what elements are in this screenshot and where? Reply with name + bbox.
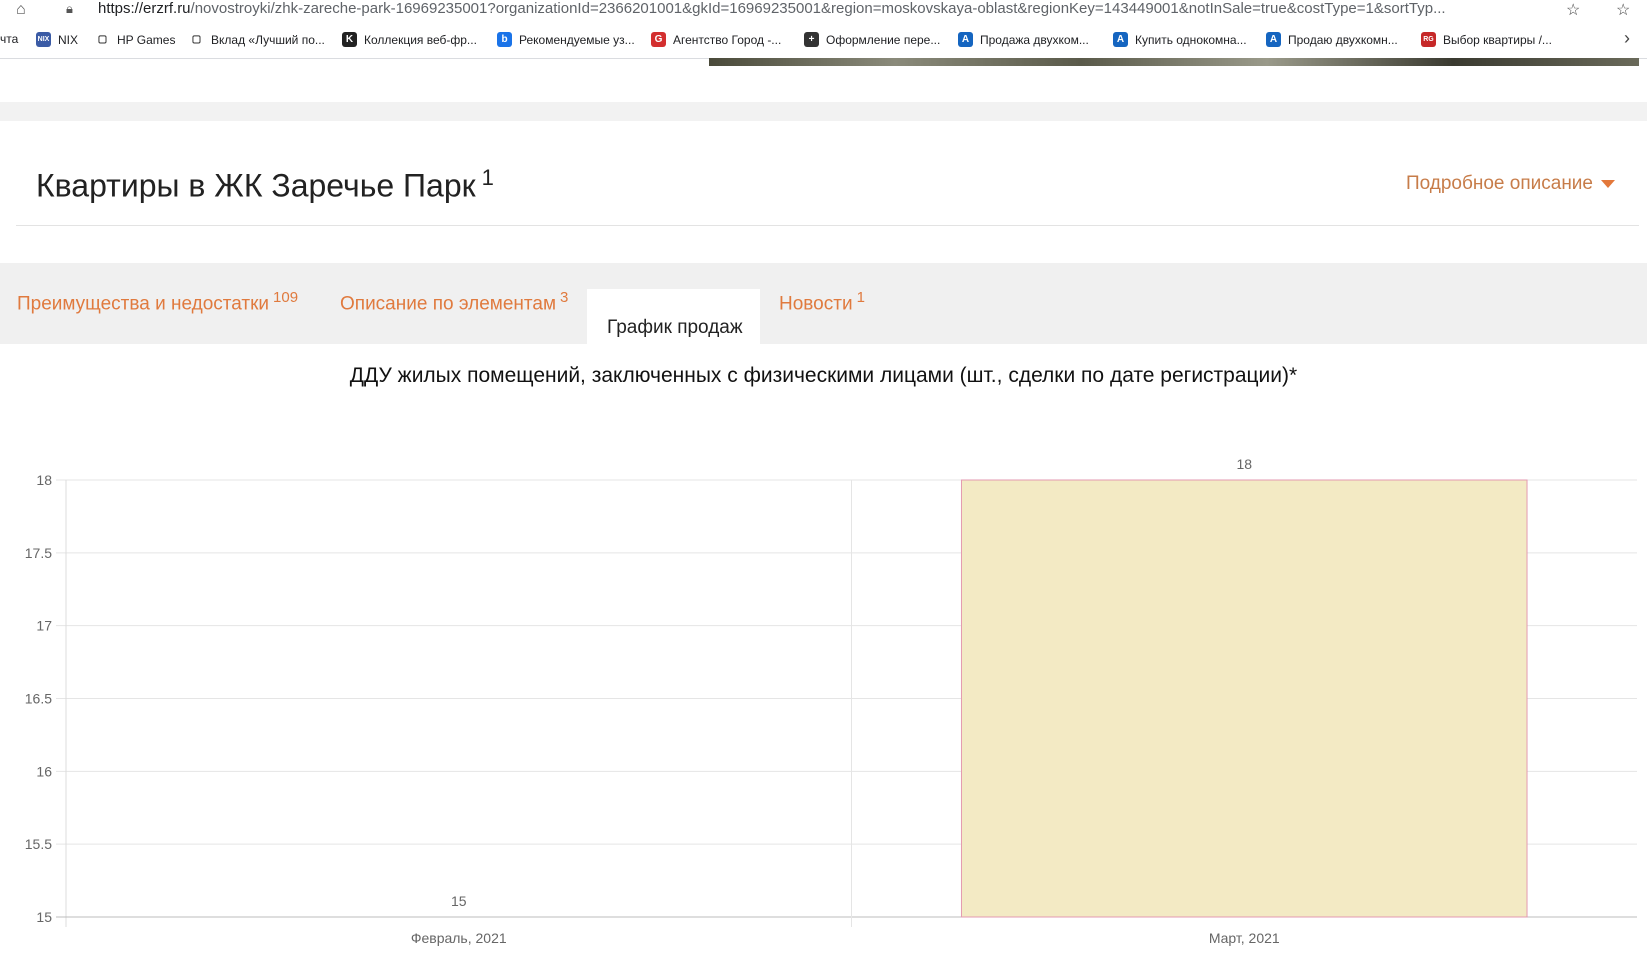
y-tick-label: 16	[36, 763, 52, 779]
bookmark-item[interactable]: чта	[0, 32, 18, 46]
add-favorite-icon[interactable]: ☆	[1566, 0, 1580, 20]
page-title: Квартиры в ЖК Заречье Парк 1	[36, 165, 494, 205]
tab-label: Новости	[779, 293, 853, 315]
data-label: 15	[451, 893, 467, 909]
bookmark-item[interactable]: A Продаю двухкомн...	[1266, 32, 1398, 47]
y-tick-label: 16.5	[25, 691, 52, 707]
tab-label: Описание по элементам	[340, 293, 557, 315]
bookmark-favicon-icon: RG	[1421, 32, 1436, 47]
chevron-right-icon[interactable]: ›	[1624, 28, 1630, 49]
bookmark-item[interactable]: ▢ HP Games	[95, 32, 176, 47]
bookmark-label: Агентство Город -...	[673, 32, 782, 47]
y-tick-label: 18	[36, 472, 52, 488]
y-tick-label: 17.5	[25, 545, 52, 561]
bookmark-item[interactable]: K Коллекция веб-фр...	[342, 32, 477, 47]
bookmark-label: NIX	[58, 32, 79, 47]
tab-count: 109	[273, 289, 299, 306]
y-tick-label: 15	[36, 909, 52, 925]
address-bar[interactable]: ⌂ 🔒︎ https://erzrf.ru/novostroyki/zhk-za…	[0, 0, 1647, 20]
bookmark-label: чта	[0, 32, 19, 46]
bookmark-label: Продажа двухком...	[980, 32, 1089, 47]
bookmark-label: Продаю двухкомн...	[1288, 32, 1398, 47]
page-title-count: 1	[481, 165, 494, 190]
url-path: /novostroyki/zhk-zareche-park-1696923500…	[190, 0, 1446, 17]
home-icon[interactable]: ⌂	[16, 1, 26, 19]
hero-image-edge	[709, 58, 1639, 66]
bookmark-favicon-icon: ▢	[191, 34, 202, 45]
bar	[960, 479, 1528, 918]
bookmark-item[interactable]: A Продажа двухком...	[958, 32, 1089, 47]
bookmark-item[interactable]: G Агентство Город -...	[651, 32, 781, 47]
bookmark-favicon-icon: A	[1266, 32, 1281, 47]
bookmark-favicon-icon: +	[804, 32, 819, 47]
title-section: Квартиры в ЖК Заречье Парк 1 Подробное оп…	[0, 121, 1647, 231]
details-link-label: Подробное описание	[1405, 173, 1593, 194]
tab-count: 1	[856, 289, 865, 306]
bookmark-label: Вклад «Лучший по...	[211, 32, 325, 47]
bookmark-favicon-icon: K	[342, 32, 357, 47]
bookmark-label: Оформление пере...	[826, 32, 941, 47]
bookmark-item[interactable]: ▢ Вклад «Лучший по...	[189, 32, 325, 47]
favorites-icon[interactable]: ☆	[1616, 0, 1630, 20]
tab-news[interactable]: Новости 1	[779, 289, 865, 315]
bookmark-item[interactable]: b Рекомендуемые уз...	[497, 32, 635, 47]
bookmark-item[interactable]: NIX NIX	[36, 32, 78, 47]
tab-count: 3	[560, 289, 569, 306]
tabs-bar: Преимущества и недостатки 109 Описание по…	[0, 263, 1647, 344]
bookmark-label: HP Games	[117, 32, 176, 47]
y-tick-label: 15.5	[25, 836, 52, 852]
bookmark-label: Выбор квартиры /...	[1443, 32, 1552, 47]
bookmark-favicon-icon: b	[497, 32, 512, 47]
tab-label: Преимущества и недостатки	[17, 293, 270, 315]
lock-icon[interactable]: 🔒︎	[66, 1, 73, 17]
bookmark-item[interactable]: RG Выбор квартиры /...	[1421, 32, 1552, 47]
caret-down-icon	[1601, 179, 1615, 188]
bookmark-item[interactable]: A Купить однокомна...	[1113, 32, 1247, 47]
url-field[interactable]: https://erzrf.ru/novostroyki/zhk-zareche…	[98, 0, 1558, 17]
tab-label: График продаж	[607, 317, 743, 338]
y-tick-label: 17	[36, 618, 52, 634]
data-label: 18	[1236, 456, 1252, 472]
bookmark-favicon-icon: A	[1113, 32, 1128, 47]
bookmark-item[interactable]: + Оформление пере...	[804, 32, 940, 47]
bookmarks-bar: чта NIX NIX ▢ HP Games ▢ Вклад «Лучший по... K К…	[0, 24, 1647, 59]
bookmark-favicon-icon: ▢	[97, 34, 108, 45]
tab-sales-chart[interactable]: График продаж	[587, 289, 760, 344]
tab-elements[interactable]: Описание по элементам 3	[340, 289, 568, 315]
chart-title: ДДУ жилых помещений, заключенных с физич…	[349, 364, 1298, 387]
section-separator	[0, 102, 1647, 121]
bookmark-label: Коллекция веб-фр...	[364, 32, 477, 47]
bookmark-favicon-icon: G	[651, 32, 666, 47]
bookmark-favicon-icon: NIX	[36, 32, 51, 47]
x-tick-label: Февраль, 2021	[411, 930, 507, 946]
bookmark-label: Рекомендуемые уз...	[519, 32, 635, 47]
bookmark-favicon-icon: A	[958, 32, 973, 47]
bookmark-label: Купить однокомна...	[1135, 32, 1247, 47]
tab-advantages[interactable]: Преимущества и недостатки 109	[17, 289, 298, 315]
details-dropdown-link[interactable]: Подробное описание	[1406, 173, 1615, 195]
sales-chart: 15 15.5 16 16.5 17 17.5 18 15 Февраль, 2021 18 Мар…	[25, 456, 1637, 946]
page-title-text: Квартиры в ЖК Заречье Парк	[36, 167, 476, 204]
x-tick-label: Март, 2021	[1209, 930, 1280, 946]
divider	[16, 225, 1639, 226]
url-host: https://erzrf.ru	[98, 0, 191, 17]
